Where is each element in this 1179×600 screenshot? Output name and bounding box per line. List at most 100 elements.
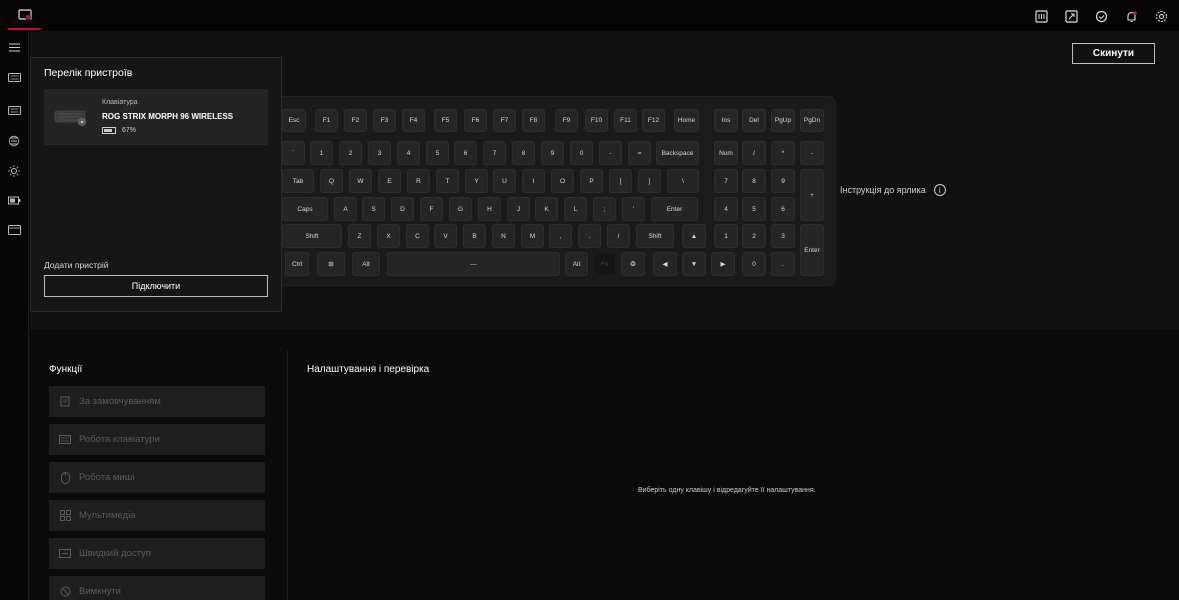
key-row1-10[interactable]: F10 xyxy=(585,109,608,132)
key-row6-10[interactable]: 0 xyxy=(742,252,766,276)
device-card[interactable]: Клавіатура ROG STRIX MORPH 96 WIRELESS 6… xyxy=(44,89,268,145)
key-row4-14[interactable]: 5 xyxy=(742,197,766,221)
key-row6-6[interactable]: ❂ xyxy=(621,252,645,276)
key-row1-1[interactable]: F1 xyxy=(315,109,338,132)
key-row1-9[interactable]: F9 xyxy=(555,109,578,132)
key-row5-3[interactable]: C xyxy=(406,224,429,248)
notification-icon[interactable] xyxy=(1121,6,1141,26)
key-row4-12[interactable]: Enter xyxy=(651,197,698,221)
key-row1-17[interactable]: PgDn xyxy=(800,109,824,132)
key-row4-8[interactable]: K xyxy=(535,197,558,221)
key-row2-12[interactable]: = xyxy=(628,141,651,165)
key-row4-5[interactable]: G xyxy=(449,197,472,221)
battery-icon[interactable] xyxy=(3,190,25,210)
key-row5-10[interactable]: / xyxy=(607,224,630,248)
key-row4-9[interactable]: L xyxy=(564,197,587,221)
key-row5-8[interactable]: , xyxy=(549,224,572,248)
key-row6-9[interactable]: ▶ xyxy=(711,252,735,276)
info-icon[interactable]: i xyxy=(933,184,946,196)
key-row2-10[interactable]: 0 xyxy=(570,141,593,165)
key-row6-2[interactable]: Alt xyxy=(352,252,380,276)
key-row3-2[interactable]: W xyxy=(349,169,372,193)
key-row1-3[interactable]: F3 xyxy=(373,109,396,132)
key-row3-13[interactable]: \ xyxy=(667,169,699,193)
key-row2-14[interactable]: Num xyxy=(714,141,738,165)
screen-icon[interactable] xyxy=(3,220,25,240)
key-row1-2[interactable]: F2 xyxy=(344,109,367,132)
key-row5-9[interactable]: . xyxy=(578,224,601,248)
key-row4-15[interactable]: 6 xyxy=(771,197,795,221)
key-row1-13[interactable]: Home xyxy=(674,109,699,132)
key-row4-6[interactable]: H xyxy=(478,197,501,221)
key-row3-16[interactable]: 9 xyxy=(771,169,795,193)
device-home-icon[interactable] xyxy=(8,2,41,30)
keyboard-icon[interactable] xyxy=(3,100,25,120)
shortcut-guide-link[interactable]: Інструкція до ярлика i xyxy=(840,184,946,196)
key-row1-4[interactable]: F4 xyxy=(402,109,425,132)
key-row3-0[interactable]: Tab xyxy=(282,169,314,193)
key-row4-7[interactable]: J xyxy=(507,197,530,221)
key-row6-7[interactable]: ◀ xyxy=(653,252,677,276)
key-row4-3[interactable]: D xyxy=(391,197,414,221)
key-row5-15[interactable]: 3 xyxy=(771,224,795,248)
key-row5-6[interactable]: N xyxy=(492,224,515,248)
key-row3-6[interactable]: Y xyxy=(465,169,488,193)
key-row3-12[interactable]: ] xyxy=(638,169,661,193)
key-row2-6[interactable]: 6 xyxy=(454,141,477,165)
macro-icon[interactable] xyxy=(1031,6,1051,26)
key-row3-7[interactable]: U xyxy=(493,169,516,193)
key-row1-15[interactable]: Del xyxy=(742,109,766,132)
keyboard-icon[interactable] xyxy=(3,67,25,87)
key-row5-14[interactable]: 2 xyxy=(742,224,766,248)
key-row4-13[interactable]: 4 xyxy=(714,197,738,221)
key-row3-1[interactable]: Q xyxy=(320,169,343,193)
key-row6-3[interactable]: — xyxy=(387,252,560,276)
key-row6-5[interactable]: Fn xyxy=(593,252,616,276)
key-row3-9[interactable]: O xyxy=(551,169,574,193)
key-row5-16[interactable]: Enter xyxy=(800,224,824,276)
key-row6-0[interactable]: Ctrl xyxy=(285,252,309,276)
key-row4-10[interactable]: ; xyxy=(593,197,616,221)
sync-icon[interactable] xyxy=(1091,6,1111,26)
key-row3-4[interactable]: R xyxy=(407,169,430,193)
key-row1-8[interactable]: F8 xyxy=(522,109,545,132)
resize-icon[interactable] xyxy=(1061,6,1081,26)
menu-icon[interactable] xyxy=(3,37,25,57)
key-row2-13[interactable]: Backspace xyxy=(656,141,699,165)
key-row3-17[interactable]: + xyxy=(800,169,824,221)
key-row1-14[interactable]: Ins xyxy=(714,109,738,132)
function-keyboard[interactable]: Робота клавіатури xyxy=(49,424,265,455)
key-row5-13[interactable]: 1 xyxy=(714,224,738,248)
key-row2-8[interactable]: 8 xyxy=(512,141,535,165)
key-row5-11[interactable]: Shift xyxy=(636,224,674,248)
key-row5-7[interactable]: M xyxy=(521,224,544,248)
key-row2-11[interactable]: - xyxy=(599,141,622,165)
key-row1-7[interactable]: F7 xyxy=(493,109,516,132)
key-row6-8[interactable]: ▼ xyxy=(682,252,706,276)
key-row2-2[interactable]: 2 xyxy=(339,141,362,165)
key-row3-10[interactable]: P xyxy=(580,169,603,193)
key-row4-4[interactable]: F xyxy=(420,197,443,221)
key-row1-12[interactable]: F12 xyxy=(642,109,665,132)
key-row2-4[interactable]: 4 xyxy=(397,141,420,165)
key-row1-0[interactable]: Esc xyxy=(282,109,306,132)
function-default[interactable]: За замовчуванням xyxy=(49,386,265,417)
reset-button[interactable]: Скинути xyxy=(1072,43,1155,64)
function-multimedia[interactable]: Мультимедіа xyxy=(49,500,265,531)
function-mouse[interactable]: Робота миші xyxy=(49,462,265,493)
key-row3-3[interactable]: E xyxy=(378,169,401,193)
effects-icon[interactable] xyxy=(3,161,25,181)
key-row2-3[interactable]: 3 xyxy=(368,141,391,165)
key-row1-16[interactable]: PgUp xyxy=(771,109,795,132)
key-row3-15[interactable]: 8 xyxy=(742,169,766,193)
key-row5-12[interactable]: ▲ xyxy=(682,224,706,248)
key-row2-15[interactable]: / xyxy=(742,141,766,165)
key-row1-6[interactable]: F6 xyxy=(464,109,487,132)
function-shortcut[interactable]: Швидкий доступ xyxy=(49,538,265,569)
key-row5-4[interactable]: V xyxy=(434,224,457,248)
key-row2-7[interactable]: 7 xyxy=(483,141,506,165)
key-row3-5[interactable]: T xyxy=(436,169,459,193)
key-row2-1[interactable]: 1 xyxy=(310,141,333,165)
key-row3-11[interactable]: [ xyxy=(609,169,632,193)
settings-icon[interactable] xyxy=(1151,6,1171,26)
